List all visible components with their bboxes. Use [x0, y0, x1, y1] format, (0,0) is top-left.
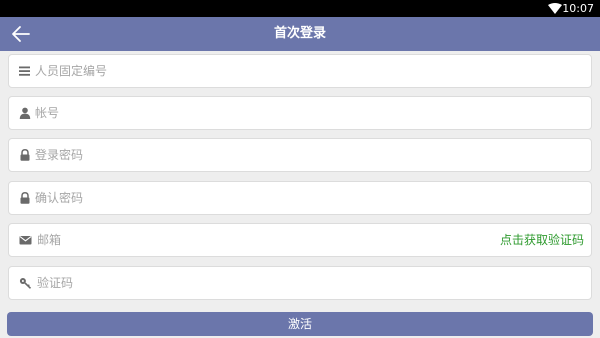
email-input[interactable]: [37, 224, 477, 256]
page-title: 首次登录: [273, 26, 326, 41]
verification-code-field[interactable]: [8, 266, 592, 300]
key-icon: [19, 278, 32, 289]
app-bar: 首次登录: [0, 17, 600, 51]
wifi-icon: [548, 3, 562, 14]
staff-id-input[interactable]: [35, 55, 475, 87]
account-field[interactable]: [8, 96, 592, 130]
confirm-password-field[interactable]: [8, 181, 592, 215]
status-bar: 10:07: [0, 0, 600, 17]
verification-code-input[interactable]: [37, 267, 477, 299]
get-verification-code-link[interactable]: 点击获取验证码: [500, 233, 584, 247]
list-icon: [19, 66, 30, 76]
staff-id-field[interactable]: [8, 54, 592, 88]
email-field[interactable]: 点击获取验证码: [8, 223, 592, 257]
lock-icon: [20, 192, 30, 204]
login-password-field[interactable]: [8, 138, 592, 172]
user-icon: [19, 107, 31, 119]
account-input[interactable]: [35, 97, 475, 129]
lock-icon: [20, 149, 30, 161]
status-time: 10:07: [562, 2, 594, 15]
login-password-input[interactable]: [35, 139, 475, 171]
envelope-icon: [19, 236, 32, 245]
activate-button[interactable]: 激活: [7, 312, 593, 336]
confirm-password-input[interactable]: [35, 182, 475, 214]
